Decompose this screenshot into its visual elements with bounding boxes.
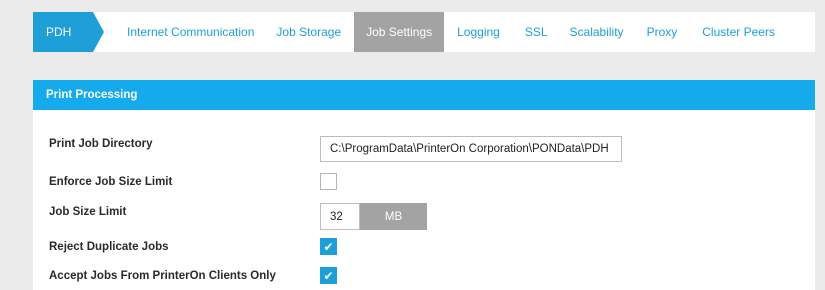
job-size-unit: MB	[360, 203, 427, 230]
tab-proxy[interactable]: Proxy	[647, 12, 678, 52]
print-processing-panel: Print Processing Print Job Directory Enf…	[33, 80, 815, 290]
check-icon: ✔	[323, 268, 334, 283]
accept-printeron-only-label: Accept Jobs From PrinterOn Clients Only	[49, 270, 276, 282]
tab-logging[interactable]: Logging	[457, 12, 500, 52]
tab-cluster-peers[interactable]: Cluster Peers	[702, 12, 775, 52]
reject-duplicate-jobs-label: Reject Duplicate Jobs	[49, 241, 169, 253]
check-icon: ✔	[323, 239, 334, 254]
job-size-limit-input[interactable]	[320, 203, 360, 230]
print-job-directory-input[interactable]	[320, 136, 622, 162]
tab-job-settings[interactable]: Job Settings	[354, 12, 445, 52]
tab-scalability[interactable]: Scalability	[570, 12, 624, 52]
print-job-directory-label: Print Job Directory	[49, 138, 153, 150]
tab-job-storage[interactable]: Job Storage	[276, 12, 341, 52]
enforce-job-size-limit-checkbox[interactable]	[320, 173, 337, 190]
reject-duplicate-jobs-checkbox[interactable]: ✔	[320, 238, 337, 255]
job-size-limit-label: Job Size Limit	[49, 206, 127, 218]
job-size-limit-group: MB	[320, 203, 427, 230]
panel-title: Print Processing	[33, 80, 815, 110]
enforce-job-size-limit-label: Enforce Job Size Limit	[49, 176, 173, 188]
tab-internet-communication[interactable]: Internet Communication	[127, 12, 254, 52]
tab-bar: PDH Internet Communication Job Storage J…	[33, 12, 815, 52]
accept-printeron-only-checkbox[interactable]: ✔	[320, 267, 337, 284]
tab-pdh[interactable]: PDH	[33, 12, 104, 52]
tab-ssl[interactable]: SSL	[525, 12, 548, 52]
